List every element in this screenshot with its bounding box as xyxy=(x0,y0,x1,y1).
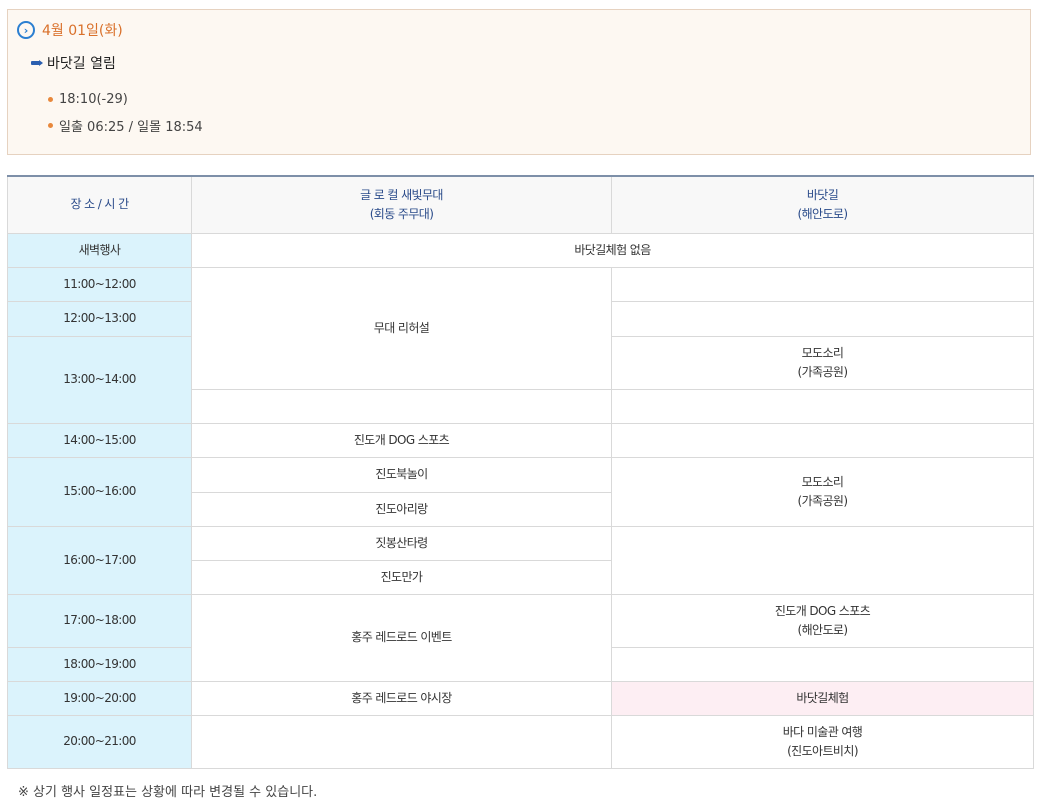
event-cell: 홍주 레드로드 이벤트 xyxy=(191,593,612,682)
event-cell: 진도만가 xyxy=(191,559,612,595)
empty-cell xyxy=(611,422,1034,458)
bullet-dot-icon xyxy=(48,122,53,128)
empty-cell xyxy=(191,714,612,769)
time-cell: 19:00~20:00 xyxy=(7,680,192,716)
table-row: 11:00~12:00 무대 리허설 xyxy=(7,266,1034,390)
bullet-dot-icon xyxy=(48,96,53,102)
event-cell: 진도개 DOG 스포츠 (해안도로) xyxy=(611,593,1034,648)
table-row: 20:00~21:00 바다 미술관 여행 (진도아트비치) xyxy=(7,714,1034,769)
sun-time-row: 일출 06:25 / 일몰 18:54 xyxy=(48,115,203,135)
table-row: 16:00~17:00 짓봉산타령 xyxy=(7,525,1034,595)
table-row: 17:00~18:00 홍주 레드로드 이벤트 진도개 DOG 스포츠 (해안도로… xyxy=(7,593,1034,682)
event-cell: 짓봉산타령 xyxy=(191,525,612,561)
event-cell: 바다 미술관 여행 (진도아트비치) xyxy=(611,714,1034,769)
event-cell: 진도개 DOG 스포츠 xyxy=(191,422,612,458)
time-cell: 16:00~17:00 xyxy=(7,525,192,595)
event-cell: 무대 리허설 xyxy=(191,266,612,390)
time-cell: 14:00~15:00 xyxy=(7,422,192,458)
table-row: 14:00~15:00 진도개 DOG 스포츠 xyxy=(7,422,1034,458)
event-title-row: 바닷길 열림 xyxy=(31,53,116,73)
arrow-icon xyxy=(31,60,43,66)
date-label: 4월 01일(화) xyxy=(42,23,123,39)
header-sea-road: 바닷길 (해안도로) xyxy=(611,175,1034,234)
chevron-right-circle-icon[interactable]: › xyxy=(17,21,35,39)
time-cell: 12:00~13:00 xyxy=(7,300,192,337)
event-cell-highlight: 바닷길체험 xyxy=(611,680,1034,716)
time-cell: 11:00~12:00 xyxy=(7,266,192,302)
sunrise-sunset: 일출 06:25 / 일몰 18:54 xyxy=(59,119,203,135)
time-cell: 새벽행사 xyxy=(7,232,192,268)
table-row: 새벽행사 바닷길체험 없음 xyxy=(7,232,1034,268)
time-cell: 18:00~19:00 xyxy=(7,646,192,682)
time-cell: 15:00~16:00 xyxy=(7,456,192,527)
event-cell: 모도소리 (가족공원) xyxy=(611,456,1034,527)
table-row: 15:00~16:00 진도북놀이 모도소리 (가족공원) xyxy=(7,456,1034,527)
time-cell: 13:00~14:00 xyxy=(7,335,192,424)
schedule-note: ※ 상기 행사 일정표는 상황에 따라 변경될 수 있습니다. xyxy=(18,785,318,800)
date-row: › 4월 01일(화) xyxy=(17,19,123,41)
header-place-time: 장 소 / 시 간 xyxy=(7,175,192,234)
empty-cell xyxy=(611,646,1034,682)
empty-cell xyxy=(611,525,1034,595)
table-row: 19:00~20:00 홍주 레드로드 야시장 바닷길체험 xyxy=(7,680,1034,716)
event-cell: 진도북놀이 xyxy=(191,456,612,493)
event-cell: 홍주 레드로드 야시장 xyxy=(191,680,612,716)
time-cell: 20:00~21:00 xyxy=(7,714,192,769)
empty-cell xyxy=(611,388,1034,424)
empty-cell xyxy=(611,266,1034,302)
table-header-row: 장 소 / 시 간 글 로 컬 새빛무대 (회동 주무대) 바닷길 (해안도로) xyxy=(7,175,1034,234)
tide-time-row: 18:10(-29) xyxy=(48,89,128,109)
schedule-table: 장 소 / 시 간 글 로 컬 새빛무대 (회동 주무대) 바닷길 (해안도로) 새… xyxy=(7,175,1034,769)
empty-cell xyxy=(191,388,612,424)
event-cell: 바닷길체험 없음 xyxy=(191,232,1034,268)
time-cell: 17:00~18:00 xyxy=(7,593,192,648)
tide-time: 18:10(-29) xyxy=(59,91,128,107)
empty-cell xyxy=(611,300,1034,337)
header-stage: 글 로 컬 새빛무대 (회동 주무대) xyxy=(191,175,612,234)
event-cell: 모도소리 (가족공원) xyxy=(611,335,1034,390)
event-cell: 진도아리랑 xyxy=(191,491,612,527)
event-title: 바닷길 열림 xyxy=(47,56,116,72)
